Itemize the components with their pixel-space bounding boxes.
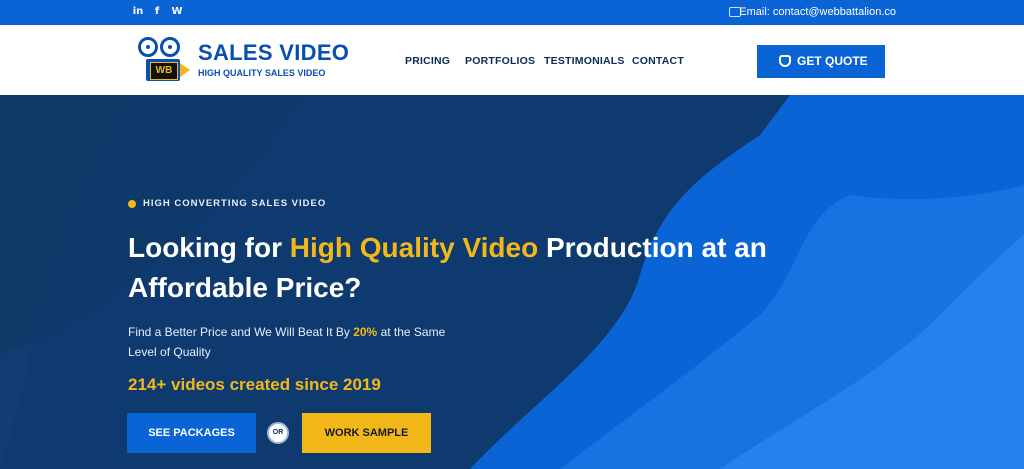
wordpress-icon[interactable]: W: [170, 5, 184, 19]
or-divider: OR: [267, 422, 289, 444]
videos-stat: 214+ videos created since 2019: [128, 375, 381, 394]
facebook-icon[interactable]: f: [150, 5, 164, 19]
site-header: WB SALES VIDEO HIGH QUALITY SALES VIDEO …: [0, 25, 1024, 95]
discount-highlight: 20%: [353, 325, 378, 339]
logo[interactable]: WB SALES VIDEO HIGH QUALITY SALES VIDEO: [138, 35, 349, 85]
hero-title: Looking for High Quality Video Productio…: [128, 232, 767, 303]
nav-pricing[interactable]: PRICING: [405, 55, 450, 67]
email-link[interactable]: Email: contact@webbattalion.co: [739, 0, 896, 25]
hero-subtitle: Find a Better Price and We Will Beat It …: [128, 325, 446, 359]
camera-lens-icon: [180, 63, 190, 77]
work-sample-button[interactable]: WORK SAMPLE: [302, 413, 431, 453]
get-quote-label: GET QUOTE: [797, 54, 868, 68]
get-quote-button[interactable]: GET QUOTE: [757, 45, 885, 78]
top-bar: in f W Email: contact@webbattalion.co: [0, 0, 1024, 25]
nav-contact[interactable]: CONTACT: [632, 55, 684, 67]
logo-badge: WB: [150, 62, 178, 80]
see-packages-button[interactable]: SEE PACKAGES: [127, 413, 256, 453]
hero-title-highlight: High Quality Video: [289, 232, 539, 263]
logo-tagline: HIGH QUALITY SALES VIDEO: [198, 68, 326, 78]
eyebrow-text: HIGH CONVERTING SALES VIDEO: [143, 198, 327, 209]
film-reel-icon: [138, 37, 190, 59]
logo-brand: SALES VIDEO: [198, 40, 350, 65]
nav-portfolios[interactable]: PORTFOLIOS: [465, 55, 535, 67]
eyebrow-dot-icon: [128, 200, 136, 208]
coffee-cup-icon: [779, 55, 791, 67]
nav-testimonials[interactable]: TESTIMONIALS: [544, 55, 625, 67]
linkedin-icon[interactable]: in: [131, 5, 145, 19]
